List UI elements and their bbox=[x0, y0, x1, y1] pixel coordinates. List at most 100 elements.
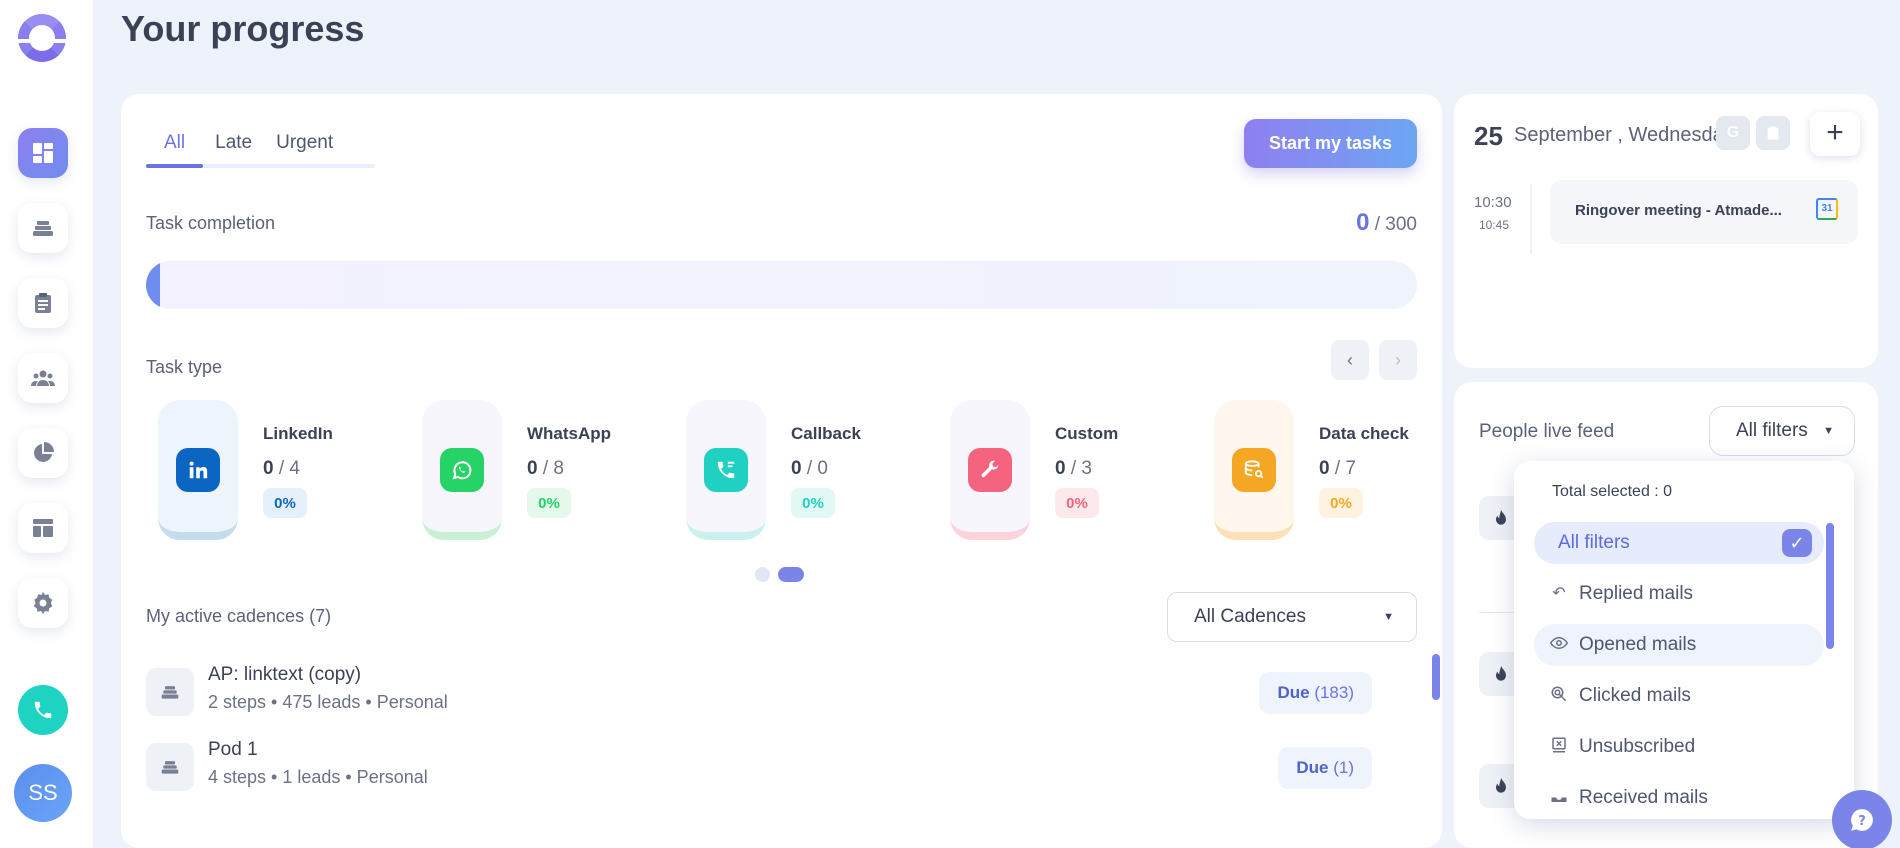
avatar[interactable]: SS bbox=[14, 764, 72, 822]
start-my-tasks-button[interactable]: Start my tasks bbox=[1244, 119, 1417, 168]
help-chat-button[interactable]: ? bbox=[1832, 790, 1892, 848]
cadence-icon bbox=[146, 668, 194, 716]
task-type-name: Data check bbox=[1319, 424, 1409, 443]
call-button[interactable] bbox=[18, 685, 68, 735]
task-type-percent: 0% bbox=[263, 488, 307, 518]
filter-option-replied[interactable]: ↶ Replied mails bbox=[1534, 573, 1824, 615]
task-completion-progress-fill bbox=[146, 261, 160, 309]
tab-all[interactable]: All bbox=[146, 128, 204, 168]
phone-icon bbox=[34, 701, 52, 719]
cursor-click-icon bbox=[1548, 685, 1570, 707]
check-icon: ✓ bbox=[1782, 529, 1812, 557]
task-type-count: 0 / 7 bbox=[1319, 458, 1356, 479]
task-type-prev-button[interactable]: ‹ bbox=[1331, 340, 1369, 380]
analytics-pie-icon bbox=[34, 442, 54, 462]
live-feed-filter-dropdown: Total selected : 0 All filters ✓ ↶ Repli… bbox=[1514, 461, 1854, 819]
filter-option-opened[interactable]: Opened mails bbox=[1534, 624, 1824, 666]
cadences-icon bbox=[33, 221, 53, 236]
cadence-filter-value: All Cadences bbox=[1194, 606, 1306, 627]
filter-option-unsubscribed[interactable]: Unsubscribed bbox=[1534, 726, 1824, 768]
filter-option-label: Unsubscribed bbox=[1579, 736, 1696, 757]
settings-gear-icon bbox=[33, 592, 53, 614]
filter-option-label: Opened mails bbox=[1579, 634, 1697, 655]
task-type-count: 0 / 8 bbox=[527, 458, 564, 479]
carousel-dot-active[interactable] bbox=[778, 567, 804, 582]
filter-option-clicked[interactable]: Clicked mails bbox=[1534, 675, 1824, 717]
chevron-right-icon: › bbox=[1395, 349, 1401, 370]
filter-option-label: Clicked mails bbox=[1579, 685, 1691, 706]
cadence-row[interactable]: Pod 1 4 steps • 1 leads • Personal Due (… bbox=[146, 735, 1406, 795]
event-title: Ringover meeting - Atmade... bbox=[1575, 202, 1782, 219]
chevron-left-icon: ‹ bbox=[1347, 349, 1353, 370]
task-type-percent: 0% bbox=[527, 488, 571, 518]
caret-down-icon: ▼ bbox=[1383, 611, 1394, 623]
cadence-due-badge[interactable]: Due (1) bbox=[1278, 747, 1372, 789]
live-feed-filter-button[interactable]: All filters ▼ bbox=[1709, 406, 1855, 456]
filter-option-all[interactable]: All filters ✓ bbox=[1534, 522, 1824, 564]
active-cadences-label: My active cadences (7) bbox=[146, 606, 332, 626]
nav-tasks[interactable] bbox=[18, 278, 68, 328]
cadence-row[interactable]: AP: linktext (copy) 2 steps • 475 leads … bbox=[146, 660, 1406, 720]
filter-option-received[interactable]: Received mails bbox=[1534, 777, 1824, 819]
nav-templates[interactable] bbox=[18, 503, 68, 553]
inbox-icon bbox=[1548, 787, 1570, 809]
callback-phone-icon bbox=[704, 448, 748, 492]
carousel-dots bbox=[755, 567, 804, 582]
task-type-percent: 0% bbox=[1319, 488, 1363, 518]
unsubscribe-icon bbox=[1548, 736, 1570, 758]
task-type-next-button[interactable]: › bbox=[1379, 340, 1417, 380]
timeline-divider bbox=[1530, 184, 1532, 254]
nav-dashboard[interactable] bbox=[18, 128, 68, 178]
help-chat-icon: ? bbox=[1851, 809, 1873, 831]
task-completion-total: / 300 bbox=[1369, 214, 1417, 235]
nav-cadences[interactable] bbox=[18, 203, 68, 253]
calendar-clipboard-icon[interactable] bbox=[1756, 116, 1790, 150]
add-event-button[interactable]: + bbox=[1810, 112, 1860, 156]
task-type-count: 0 / 4 bbox=[263, 458, 300, 479]
database-search-icon bbox=[1232, 448, 1276, 492]
caret-down-icon: ▼ bbox=[1823, 425, 1834, 437]
tab-urgent[interactable]: Urgent bbox=[264, 128, 345, 168]
filter-option-label: All filters bbox=[1558, 532, 1630, 553]
event-start-time: 10:30 bbox=[1474, 194, 1512, 211]
cadence-name: AP: linktext (copy) bbox=[208, 664, 362, 685]
cadence-filter-select[interactable]: All Cadences ▼ bbox=[1167, 592, 1417, 642]
task-type-count: 0 / 3 bbox=[1055, 458, 1092, 479]
nav-analytics[interactable] bbox=[18, 428, 68, 478]
calendar-date-text: September , Wednesday bbox=[1514, 124, 1734, 146]
cadence-meta: 4 steps • 1 leads • Personal bbox=[208, 767, 428, 787]
cadence-due-badge[interactable]: Due (183) bbox=[1259, 672, 1372, 714]
dropdown-scrollbar[interactable] bbox=[1826, 523, 1834, 649]
task-completion-done: 0 bbox=[1356, 209, 1370, 236]
wrench-icon bbox=[968, 448, 1012, 492]
task-type-percent: 0% bbox=[1055, 488, 1099, 518]
templates-layout-icon bbox=[33, 519, 53, 537]
cadence-meta: 2 steps • 475 leads • Personal bbox=[208, 692, 448, 712]
nav-settings[interactable] bbox=[18, 578, 68, 628]
feed-divider bbox=[1479, 612, 1519, 613]
live-feed-title: People live feed bbox=[1479, 421, 1615, 442]
task-completion-label: Task completion bbox=[146, 213, 276, 233]
calendar-card: 25 September , Wednesday G + 10:30 10:45… bbox=[1454, 94, 1878, 368]
task-tabs: All Late Urgent bbox=[146, 128, 376, 168]
task-completion-progress-bar bbox=[146, 261, 1417, 309]
google-icon[interactable]: G bbox=[1716, 116, 1750, 150]
tab-late[interactable]: Late bbox=[203, 128, 264, 168]
task-type-label: Task type bbox=[146, 357, 223, 377]
dashboard-icon bbox=[33, 143, 53, 163]
whatsapp-icon bbox=[440, 448, 484, 492]
cadence-name: Pod 1 bbox=[208, 739, 258, 760]
total-selected-text: Total selected : 0 bbox=[1552, 483, 1673, 500]
task-type-name: Callback bbox=[791, 424, 861, 443]
filter-option-label: Replied mails bbox=[1579, 583, 1694, 604]
cadences-scrollbar[interactable] bbox=[1432, 654, 1440, 700]
linkedin-icon bbox=[176, 448, 220, 492]
filter-button-label: All filters bbox=[1736, 420, 1808, 441]
logo[interactable] bbox=[16, 14, 68, 62]
calendar-event[interactable]: Ringover meeting - Atmade... 31 bbox=[1550, 180, 1858, 244]
event-end-time: 10:45 bbox=[1479, 218, 1510, 232]
carousel-dot[interactable] bbox=[755, 567, 770, 582]
nav-people[interactable] bbox=[18, 353, 68, 403]
people-icon bbox=[31, 370, 55, 386]
svg-text:?: ? bbox=[1858, 814, 1866, 829]
